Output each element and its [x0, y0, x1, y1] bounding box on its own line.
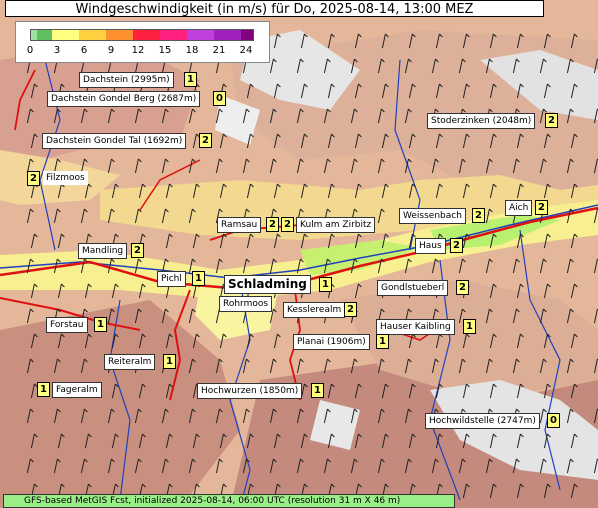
place-label: Dachstein Gondel Berg (2687m) — [47, 91, 201, 107]
legend-tick: 21 — [212, 45, 226, 56]
legend-tick: 18 — [185, 45, 199, 56]
place-label: Stoderzinken (2048m) — [427, 113, 536, 129]
place-label: Schladming — [224, 275, 311, 294]
legend-swatch — [79, 30, 106, 40]
legend-swatch — [160, 30, 187, 40]
legend-tick: 24 — [239, 45, 253, 56]
legend-tick: 9 — [107, 45, 115, 56]
wind-speed-badge: 2 — [344, 302, 357, 317]
wind-speed-badge: 2 — [535, 200, 548, 215]
legend-swatch — [52, 30, 79, 40]
wind-speed-badge: 1 — [319, 277, 332, 292]
place-label: Pichl — [157, 271, 186, 287]
wind-speed-badge: 1 — [184, 72, 197, 87]
place-label: Planai (1906m) — [293, 334, 370, 350]
legend-tick: 12 — [131, 45, 145, 56]
wind-speed-badge: 2 — [131, 243, 144, 258]
wind-speed-badge: 1 — [94, 317, 107, 332]
wind-speed-badge: 2 — [199, 133, 212, 148]
wind-speed-badge: 2 — [281, 217, 294, 232]
wind-speed-badge: 2 — [266, 217, 279, 232]
place-label: Hauser Kaibling — [376, 319, 455, 335]
place-label: Dachstein (2995m) — [79, 72, 174, 88]
legend-swatch — [133, 30, 160, 40]
wind-speed-badge: 1 — [192, 271, 205, 286]
place-label: Filzmoos — [43, 171, 88, 185]
legend-swatch — [37, 30, 52, 40]
legend-color-bar — [30, 29, 254, 41]
legend-swatch — [106, 30, 133, 40]
place-label: Haus — [415, 238, 446, 254]
wind-speed-badge: 2 — [456, 280, 469, 295]
place-label: Reiteralm — [104, 354, 156, 370]
wind-speed-badge: 2 — [472, 208, 485, 223]
weather-map: Windgeschwindigkeit (in m/s) für Do, 202… — [0, 0, 598, 508]
legend-tick: 6 — [80, 45, 88, 56]
place-label: Dachstein Gondel Tal (1692m) — [42, 133, 187, 149]
place-label: Kesslerealm — [283, 302, 346, 318]
place-label: Ramsau — [217, 217, 262, 233]
legend-tick: 3 — [53, 45, 61, 56]
legend-swatch — [241, 30, 253, 40]
wind-speed-badge: 2 — [545, 113, 558, 128]
place-label: Hochwurzen (1850m) — [197, 383, 303, 399]
place-label: Gondlstueberl — [377, 280, 449, 296]
wind-speed-badge: 0 — [547, 413, 560, 428]
place-label: Mandling — [78, 243, 128, 259]
place-label: Aich — [505, 200, 533, 216]
legend-swatch — [187, 30, 214, 40]
wind-speed-legend: 0 3 6 9 12 15 18 21 24 — [15, 21, 270, 63]
legend-swatch — [214, 30, 241, 40]
wind-speed-badge: 1 — [463, 319, 476, 334]
place-label: Kulm am Zirbitz — [296, 217, 376, 233]
wind-speed-badge: 1 — [376, 334, 389, 349]
wind-speed-badge: 2 — [450, 238, 463, 253]
place-label: Forstau — [46, 317, 88, 333]
place-label: Rohrmoos — [219, 296, 273, 312]
legend-tick: 15 — [158, 45, 172, 56]
wind-speed-badge: 1 — [163, 354, 176, 369]
legend-tick: 0 — [26, 45, 34, 56]
wind-speed-badge: 2 — [27, 171, 40, 186]
place-label: Fageralm — [52, 382, 102, 398]
wind-speed-badge: 1 — [37, 382, 50, 397]
wind-speed-badge: 1 — [311, 383, 324, 398]
wind-speed-badge: 0 — [213, 91, 226, 106]
place-label: Hochwildstelle (2747m) — [425, 413, 540, 429]
place-label: Weissenbach — [399, 208, 466, 224]
map-title: Windgeschwindigkeit (in m/s) für Do, 202… — [5, 0, 544, 17]
forecast-footer: GFS-based MetGIS Fcst, initialized 2025-… — [3, 494, 455, 508]
